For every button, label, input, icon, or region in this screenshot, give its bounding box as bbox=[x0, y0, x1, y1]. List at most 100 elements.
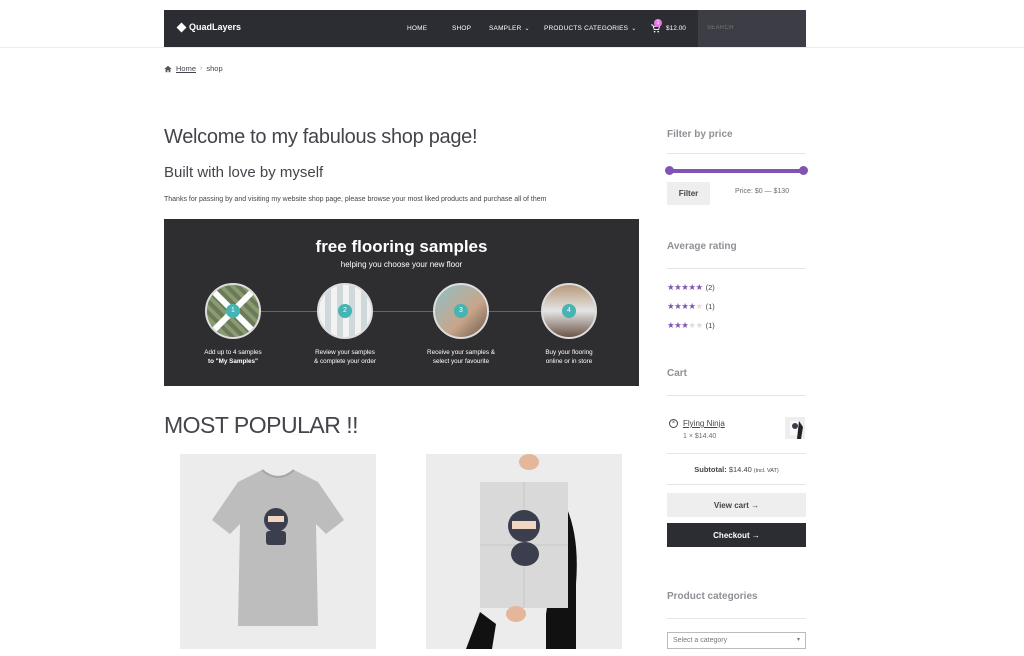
banner-subtitle: helping you choose your new floor bbox=[340, 260, 463, 269]
five-stars-icon: ★★★★★ bbox=[667, 282, 703, 292]
step-1-image: 1 bbox=[205, 283, 261, 339]
step-line-2: select your favourite bbox=[432, 357, 490, 365]
search-input[interactable] bbox=[707, 25, 803, 31]
rating-filter-5[interactable]: ★★★★★ (2) bbox=[667, 282, 715, 293]
step-2-image: 2 bbox=[317, 283, 373, 339]
nav-sampler-label: SAMPLER bbox=[489, 25, 522, 32]
average-rating-title: Average rating bbox=[667, 241, 806, 252]
breadcrumb-home-link[interactable]: Home bbox=[176, 64, 196, 73]
price-slider[interactable] bbox=[665, 166, 808, 175]
banner-step-2: 2 Review your samples & complete your ord… bbox=[305, 283, 385, 366]
promo-banner[interactable]: free flooring samples helping you choose… bbox=[164, 219, 639, 386]
step-4-image: 4 bbox=[541, 283, 597, 339]
category-select[interactable]: Select a category ▾ bbox=[667, 632, 806, 649]
four-stars-icon: ★★★★★ bbox=[667, 301, 703, 311]
banner-step-4: 4 Buy your flooring online or in store bbox=[529, 283, 609, 366]
step-line-2: to "My Samples" bbox=[207, 357, 259, 365]
cart-item-thumbnail[interactable] bbox=[785, 417, 805, 439]
filter-price-heading: Filter by price bbox=[667, 129, 733, 140]
subtotal-value: $14.40 bbox=[728, 465, 752, 474]
nav-products-categories-label: PRODUCTS CATEGORIES bbox=[544, 25, 629, 32]
nav-shop[interactable]: SHOP bbox=[452, 25, 471, 32]
price-range-label: Price: $0 — $130 bbox=[735, 188, 790, 195]
cart-heading: Cart bbox=[667, 368, 688, 379]
subtotal-label: Subtotal: bbox=[694, 465, 727, 474]
nav-products-categories[interactable]: PRODUCTS CATEGORIES ⌄ bbox=[544, 25, 636, 32]
site-logo[interactable]: QuadLayers bbox=[176, 22, 242, 32]
select-caret-icon: ▾ bbox=[796, 637, 800, 643]
home-icon bbox=[164, 65, 172, 72]
product-categories-heading: Product categories bbox=[667, 591, 758, 602]
step-line-1: Buy your flooring bbox=[545, 349, 593, 356]
step-line-1: Receive your samples & bbox=[427, 349, 495, 356]
nav-home[interactable]: HOME bbox=[407, 25, 427, 32]
step-number: 1 bbox=[226, 304, 240, 318]
price-slider-max-handle[interactable] bbox=[799, 166, 808, 175]
most-popular-heading: MOST POPULAR !! bbox=[164, 412, 359, 438]
poster-image bbox=[466, 454, 577, 649]
banner-step-3: 3 Receive your samples & select your favo… bbox=[421, 283, 501, 366]
cart-count-badge: 1 bbox=[654, 19, 662, 27]
three-stars-icon: ★★★★★ bbox=[667, 320, 703, 330]
divider bbox=[667, 453, 806, 454]
page-subtitle: Built with love by myself bbox=[164, 164, 324, 181]
logo-text: QuadLayers bbox=[189, 22, 242, 32]
intro-text: Thanks for passing by and visiting my we… bbox=[164, 196, 547, 203]
step-3-image: 3 bbox=[433, 283, 489, 339]
search-box bbox=[698, 10, 806, 47]
filter-button[interactable]: Filter bbox=[667, 182, 710, 205]
average-rating-heading: Average rating bbox=[667, 241, 737, 252]
rating-filter-4[interactable]: ★★★★★ (1) bbox=[667, 301, 715, 312]
rating-count: (1) bbox=[705, 302, 715, 311]
price-slider-min-handle[interactable] bbox=[665, 166, 674, 175]
step-text: Receive your samples & select your favour… bbox=[421, 349, 501, 366]
step-number: 2 bbox=[338, 304, 352, 318]
site-header: QuadLayers HOME SHOP SAMPLER ⌄ PRODUCTS C… bbox=[0, 0, 1024, 48]
divider bbox=[667, 618, 806, 619]
step-line-2: & complete your order bbox=[314, 357, 376, 365]
tshirt-image bbox=[212, 469, 344, 626]
rating-count: (2) bbox=[705, 283, 715, 292]
step-text: Review your samples & complete your order bbox=[305, 349, 385, 366]
chevron-down-icon: ⌄ bbox=[524, 26, 530, 32]
rating-filter-3[interactable]: ★★★★★ (1) bbox=[667, 320, 715, 331]
step-line-1: Review your samples bbox=[315, 349, 375, 356]
breadcrumb: Home › shop bbox=[164, 64, 223, 73]
banner-step-1: 1 Add up to 4 samples to "My Samples" bbox=[193, 283, 273, 366]
step-number: 4 bbox=[562, 304, 576, 318]
divider bbox=[667, 268, 806, 269]
product-categories-title: Product categories bbox=[667, 591, 806, 602]
breadcrumb-separator: › bbox=[200, 65, 203, 72]
divider bbox=[667, 484, 806, 485]
product-image-tshirt[interactable] bbox=[180, 454, 376, 649]
logo-mark-icon bbox=[176, 22, 187, 32]
checkout-button[interactable]: Checkout → bbox=[667, 523, 806, 547]
banner-title: free flooring samples bbox=[315, 237, 488, 256]
step-text: Add up to 4 samples to "My Samples" bbox=[193, 349, 273, 366]
step-line-1: Add up to 4 samples bbox=[204, 349, 262, 356]
breadcrumb-current: shop bbox=[206, 64, 223, 73]
step-line-2: online or in store bbox=[545, 357, 593, 365]
nav-bar: QuadLayers HOME SHOP SAMPLER ⌄ PRODUCTS C… bbox=[164, 10, 806, 47]
cart-item-quantity: 1 × $14.40 bbox=[683, 433, 717, 440]
cart-amount[interactable]: $12.00 bbox=[666, 25, 686, 32]
steps-connector-line bbox=[234, 311, 570, 312]
cart-item-link[interactable]: Flying Ninja bbox=[683, 419, 725, 428]
ninja-thumbnail-image bbox=[790, 421, 803, 439]
nav-sampler[interactable]: SAMPLER ⌄ bbox=[489, 25, 530, 32]
divider bbox=[667, 153, 806, 154]
page-title: Welcome to my fabulous shop page! bbox=[164, 126, 478, 148]
cart-subtotal: Subtotal: $14.40 (incl. VAT) bbox=[667, 465, 806, 474]
chevron-down-icon: ⌄ bbox=[631, 26, 637, 32]
filter-price-title: Filter by price bbox=[667, 129, 806, 140]
rating-count: (1) bbox=[705, 321, 715, 330]
category-select-value: Select a category bbox=[673, 637, 728, 644]
step-number: 3 bbox=[454, 304, 468, 318]
view-cart-button[interactable]: View cart → bbox=[667, 493, 806, 517]
remove-item-icon[interactable]: × bbox=[669, 419, 678, 428]
step-text: Buy your flooring online or in store bbox=[529, 349, 609, 366]
vat-note: (incl. VAT) bbox=[753, 468, 779, 474]
product-image-poster[interactable] bbox=[426, 454, 622, 649]
divider bbox=[667, 395, 806, 396]
cart-title: Cart bbox=[667, 368, 806, 379]
